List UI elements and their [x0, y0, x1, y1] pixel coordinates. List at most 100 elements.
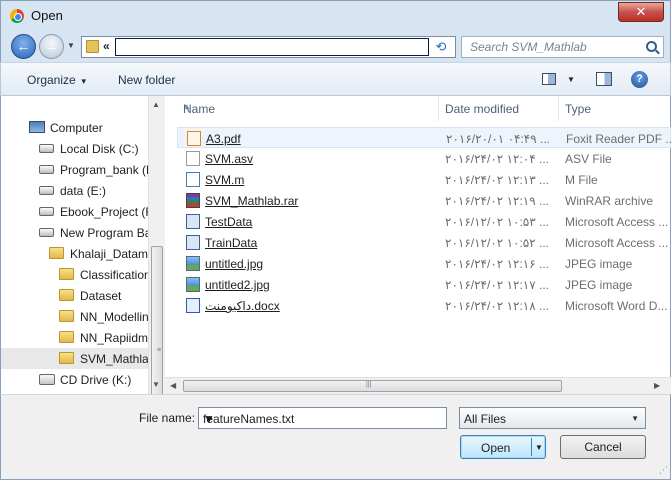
file-list-horizontal-scrollbar[interactable]: ◀ ||| ▶	[165, 377, 671, 394]
sidebar-item-data[interactable]: data (E:)	[1, 180, 149, 201]
new-folder-button[interactable]: New folder	[118, 73, 175, 87]
file-name: SVM.m	[205, 173, 245, 187]
column-header-type[interactable]: Type	[559, 96, 671, 121]
title-bar: Open ✕	[0, 0, 671, 30]
file-name: SVM_Mathlab.rar	[205, 194, 299, 208]
scroll-down-icon[interactable]: ▼	[152, 380, 160, 389]
preview-pane-icon[interactable]	[596, 72, 612, 86]
file-type-filter-value: All Files	[464, 412, 507, 426]
scrollbar-grip-icon: |||	[366, 381, 372, 388]
sidebar-item-new-program-bank[interactable]: New Program Ba	[1, 222, 149, 243]
folder-icon	[49, 247, 64, 259]
close-icon: ✕	[635, 4, 647, 19]
recent-locations-button[interactable]: ▼	[67, 41, 75, 50]
column-label: Date modified	[445, 102, 520, 116]
navigation-pane-scrollbar[interactable]: ▲ ≡ ▼	[148, 96, 165, 470]
rar-icon	[186, 193, 200, 208]
column-header-date-modified[interactable]: Date modified	[439, 96, 559, 121]
sidebar-item-cd-drive[interactable]: CD Drive (K:)	[1, 369, 149, 390]
cancel-button[interactable]: Cancel	[560, 435, 646, 459]
chevron-down-icon: ▼	[631, 414, 639, 423]
back-arrow-icon: ←	[16, 38, 31, 54]
file-row[interactable]: TestData ۲۰۱۶/۱۲/۰۲ ۱۰:۵۳ ... Microsoft …	[177, 211, 671, 232]
chrome-icon	[10, 9, 24, 23]
sidebar-item-label: NN_Modellin	[80, 310, 149, 324]
sidebar-item-svm-mathlab[interactable]: SVM_Mathlab	[1, 348, 149, 369]
sidebar-item-label: data (E:)	[60, 184, 107, 198]
column-header-name[interactable]: Name ▲	[177, 96, 439, 121]
file-date: ۲۰۱۶/۲۴/۰۲ ۱۲:۱۸ ...	[445, 299, 550, 313]
scroll-left-icon[interactable]: ◀	[170, 381, 176, 390]
file-row[interactable]: SVM.m ۲۰۱۶/۲۴/۰۲ ۱۲:۱۳ ... M File	[177, 169, 671, 190]
file-date: ۲۰۱۶/۲۰/۰۱ ۰۴:۴۹ ...	[446, 132, 551, 146]
help-icon[interactable]: ?	[631, 71, 648, 88]
breadcrumb-overflow-icon[interactable]: «	[103, 39, 110, 53]
file-row[interactable]: untitled.jpg ۲۰۱۶/۲۴/۰۲ ۱۲:۱۶ ... JPEG i…	[177, 253, 671, 274]
sidebar-item-nn-modelling[interactable]: NN_Modellin	[1, 306, 149, 327]
sidebar-item-dataset[interactable]: Dataset	[1, 285, 149, 306]
computer-icon	[29, 121, 45, 133]
file-name-combobox[interactable]: featureNames.txt ▼	[198, 407, 447, 429]
file-row[interactable]: داکیومنت.docx ۲۰۱۶/۲۴/۰۲ ۱۲:۱۸ ... Micro…	[177, 295, 671, 316]
m-file-icon	[186, 172, 200, 187]
search-icon[interactable]	[646, 41, 657, 52]
file-row[interactable]: untitled2.jpg ۲۰۱۶/۲۴/۰۲ ۱۲:۱۷ ... JPEG …	[177, 274, 671, 295]
sidebar-item-label: Program_bank (D	[60, 163, 149, 177]
change-view-icon[interactable]	[542, 73, 556, 85]
sidebar-item-program-bank[interactable]: Program_bank (D	[1, 159, 149, 180]
sidebar-item-nn-rapiidminer[interactable]: NN_Rapiidm	[1, 327, 149, 348]
open-button[interactable]: Open ▼	[460, 435, 546, 459]
organize-label: Organize	[27, 73, 76, 87]
file-date: ۲۰۱۶/۱۲/۰۲ ۱۰:۵۳ ...	[445, 215, 550, 229]
sidebar-item-khalaji-datamining[interactable]: Khalaji_Datami	[1, 243, 149, 264]
file-row[interactable]: SVM_Mathlab.rar ۲۰۱۶/۲۴/۰۲ ۱۲:۱۹ ... Win…	[177, 190, 671, 211]
resize-grip-icon[interactable]: ⋰	[659, 465, 668, 476]
scroll-up-icon[interactable]: ▲	[152, 100, 160, 109]
sidebar-item-ebook-project[interactable]: Ebook_Project (F	[1, 201, 149, 222]
file-date: ۲۰۱۶/۲۴/۰۲ ۱۲:۱۶ ...	[445, 257, 550, 271]
windows-disk-icon	[39, 144, 54, 153]
scroll-right-icon[interactable]: ▶	[654, 381, 660, 390]
sidebar-item-computer[interactable]: Computer	[1, 117, 149, 138]
file-name: TestData	[205, 215, 253, 229]
sort-ascending-icon: ▲	[183, 102, 191, 111]
disk-icon	[39, 165, 54, 174]
file-row[interactable]: SVM.asv ۲۰۱۶/۲۴/۰۲ ۱۲:۰۴ ... ASV File	[177, 148, 671, 169]
file-name: untitled2.jpg	[205, 278, 270, 292]
forward-arrow-icon: →	[44, 38, 59, 54]
view-options-chevron-icon[interactable]: ▼	[567, 75, 575, 84]
sidebar-item-label: Dataset	[80, 289, 122, 303]
open-options-chevron-icon[interactable]: ▼	[535, 443, 543, 452]
disk-icon	[39, 228, 54, 237]
search-input[interactable]: Search SVM_Mathlab	[461, 36, 664, 58]
file-date: ۲۰۱۶/۲۴/۰۲ ۱۲:۱۳ ...	[445, 173, 550, 187]
file-row[interactable]: TrainData ۲۰۱۶/۱۲/۰۲ ۱۰:۵۲ ... Microsoft…	[177, 232, 671, 253]
navigation-pane: Computer Local Disk (C:) Program_bank (D…	[0, 96, 165, 394]
command-toolbar: Organize ▼ New folder ▼ ?	[0, 62, 671, 96]
scrollbar-grip-icon: ≡	[157, 347, 162, 354]
search-placeholder: Search SVM_Mathlab	[470, 40, 587, 54]
file-type-filter-select[interactable]: All Files ▼	[459, 407, 646, 429]
access-icon	[186, 235, 200, 250]
forward-button[interactable]: →	[39, 34, 64, 59]
address-bar[interactable]: « ⟲	[81, 36, 456, 58]
folder-icon	[59, 268, 74, 280]
sidebar-item-local-disk[interactable]: Local Disk (C:)	[1, 138, 149, 159]
sidebar-item-classification[interactable]: Classification	[1, 264, 149, 285]
folder-icon	[59, 352, 74, 364]
back-button[interactable]: ←	[11, 34, 36, 59]
chevron-down-icon[interactable]: ▼	[203, 412, 440, 426]
file-row[interactable]: A3.pdf ۲۰۱۶/۲۰/۰۱ ۰۴:۴۹ ... Foxit Reader…	[177, 127, 671, 148]
address-path-field[interactable]	[115, 38, 429, 56]
file-type: Foxit Reader PDF ...	[566, 132, 671, 146]
disk-icon	[39, 207, 54, 216]
jpeg-icon	[186, 277, 200, 292]
file-type: WinRAR archive	[565, 194, 654, 208]
close-button[interactable]: ✕	[618, 2, 664, 22]
organize-button[interactable]: Organize ▼	[27, 73, 88, 87]
pdf-icon	[187, 131, 201, 146]
sidebar-item-label: Classification	[80, 268, 149, 282]
refresh-icon[interactable]: ⟲	[432, 39, 450, 55]
file-type: Microsoft Access ...	[565, 215, 669, 229]
scrollbar-thumb[interactable]: |||	[183, 380, 562, 392]
